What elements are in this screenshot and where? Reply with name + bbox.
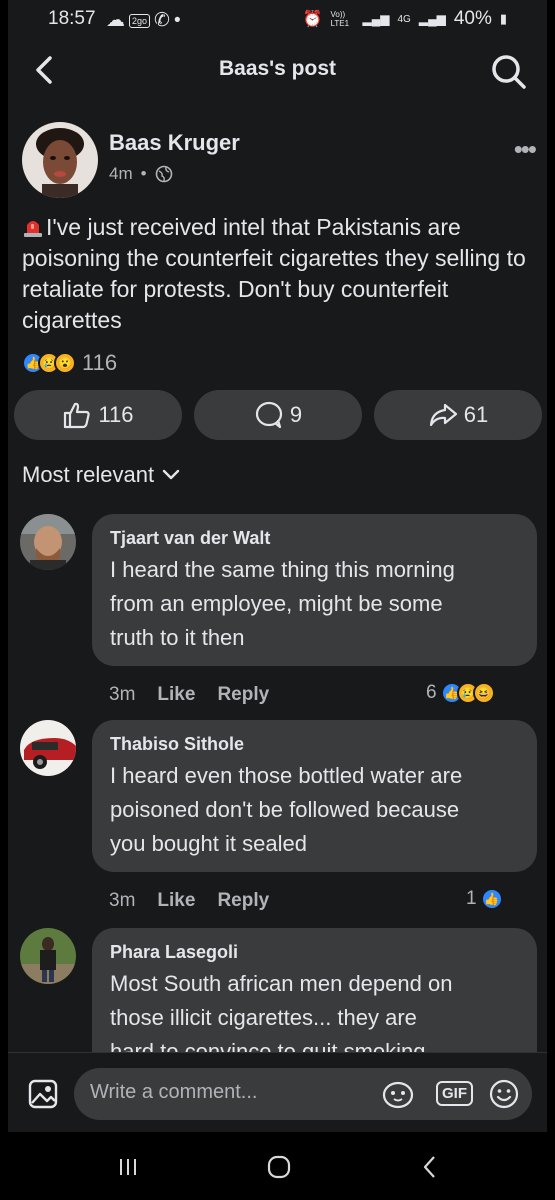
- app-badge: 2go: [129, 13, 151, 28]
- status-time: 18:57: [48, 8, 96, 29]
- status-bar: 18:57 ☁ 2go ✆ • ⏰ Vo)) LTE1 ▂▄▆ 4G ▂▄▆ 4…: [8, 0, 547, 40]
- commenter-avatar[interactable]: [20, 928, 76, 984]
- header: Baas's post: [8, 40, 547, 102]
- comment-reply-button[interactable]: Reply: [217, 890, 269, 912]
- comment-text: I heard even those bottled water are poi…: [110, 759, 523, 861]
- comment-button[interactable]: 9: [194, 390, 362, 440]
- commenter-name[interactable]: Tjaart van der Walt: [110, 528, 523, 549]
- comment-time: 3m: [109, 890, 136, 911]
- post-time: 4m: [109, 164, 133, 183]
- comment-reaction-count: 1: [466, 888, 477, 909]
- comment-input-box[interactable]: GIF: [74, 1068, 532, 1120]
- battery-text: 40%: [453, 8, 492, 29]
- comment-time: 3m: [109, 684, 136, 705]
- like-reaction-icon: 👍: [480, 888, 503, 910]
- laugh-reaction-icon: 😆: [472, 682, 495, 704]
- comment-reaction-count: 6: [426, 682, 437, 703]
- cloud-icon: ☁: [106, 10, 125, 31]
- commenter-avatar[interactable]: [20, 514, 76, 570]
- battery-icon: ▮: [499, 11, 507, 26]
- comment-line: Most South african men depend on: [110, 971, 453, 996]
- chevron-down-icon: [162, 469, 180, 480]
- comment-like-button[interactable]: Like: [157, 890, 195, 912]
- globe-icon: [155, 165, 172, 183]
- signal-icon: ▂▄▆: [362, 12, 390, 26]
- comment-like-button[interactable]: Like: [157, 684, 195, 706]
- like-button[interactable]: 116: [14, 390, 182, 440]
- comment-composer: GIF: [8, 1052, 547, 1132]
- comment-line: those illicit cigarettes... they are: [110, 1005, 417, 1030]
- app-frame: 18:57 ☁ 2go ✆ • ⏰ Vo)) LTE1 ▂▄▆ 4G ▂▄▆ 4…: [8, 0, 547, 1200]
- filter-label: Most relevant: [22, 462, 155, 487]
- comment-reply-button[interactable]: Reply: [217, 684, 269, 706]
- post-text: I've just received intel that Pakistanis…: [22, 212, 532, 336]
- comment-actions: 3m Like Reply: [109, 684, 269, 706]
- avatar-sticker-icon[interactable]: [380, 1079, 416, 1109]
- comment-count: 9: [289, 402, 303, 427]
- comment-icon: [255, 401, 282, 429]
- comment-text: I heard the same thing this morning from…: [110, 553, 523, 655]
- more-options-icon[interactable]: •••: [514, 134, 537, 165]
- system-nav-bar: [8, 1132, 547, 1200]
- share-button[interactable]: 61: [374, 390, 542, 440]
- gif-button[interactable]: GIF: [436, 1081, 473, 1106]
- post-meta: 4m •: [109, 164, 173, 184]
- photo-icon[interactable]: [28, 1079, 58, 1109]
- author-avatar[interactable]: [22, 122, 98, 198]
- dot-icon: •: [173, 9, 181, 31]
- recent-apps-icon[interactable]: [116, 1155, 140, 1179]
- siren-emoji-icon: [24, 221, 42, 237]
- comment-line: from an employee, might be some: [110, 591, 443, 616]
- back-nav-icon[interactable]: [418, 1154, 442, 1180]
- reaction-summary[interactable]: 👍 😢 😮 116: [22, 350, 117, 376]
- commenter-name[interactable]: Thabiso Sithole: [110, 734, 523, 755]
- like-count: 116: [98, 402, 134, 427]
- network-2: 4G: [397, 13, 411, 25]
- network-1: Vo)) LTE1: [330, 10, 350, 28]
- commenter-name[interactable]: Phara Lasegoli: [110, 942, 523, 963]
- comment-line: I heard the same thing this morning: [110, 557, 455, 582]
- comment-reactions[interactable]: 6 👍 😢 😆: [426, 682, 495, 704]
- comment-reactions[interactable]: 1 👍: [466, 888, 503, 910]
- thumbs-up-icon: [64, 402, 91, 429]
- meta-separator: •: [140, 164, 147, 183]
- comment-input[interactable]: [90, 1081, 370, 1104]
- emoji-icon[interactable]: [488, 1078, 520, 1110]
- post-body: I've just received intel that Pakistanis…: [22, 214, 526, 333]
- comment-line: poisoned don't be followed because: [110, 797, 460, 822]
- whatsapp-icon: ✆: [154, 10, 170, 31]
- page-title: Baas's post: [218, 57, 337, 80]
- share-icon: [429, 403, 457, 427]
- alarm-icon: ⏰: [302, 11, 323, 28]
- comment-bubble[interactable]: Thabiso Sithole I heard even those bottl…: [92, 720, 537, 872]
- comment-filter-dropdown[interactable]: Most relevant: [22, 462, 180, 488]
- commenter-avatar[interactable]: [20, 720, 76, 776]
- comment-line: I heard even those bottled water are: [110, 763, 463, 788]
- reaction-count: 116: [82, 350, 118, 375]
- signal-icon-2: ▂▄▆: [418, 12, 446, 26]
- author-name[interactable]: Baas Kruger: [109, 130, 240, 156]
- wow-reaction-icon: 😮: [54, 352, 76, 374]
- home-icon[interactable]: [266, 1154, 292, 1180]
- share-count: 61: [463, 402, 489, 427]
- status-icons: ☁ 2go ✆ •: [106, 9, 181, 32]
- comment-bubble[interactable]: Tjaart van der Walt I heard the same thi…: [92, 514, 537, 666]
- comment-line: truth to it then: [110, 625, 245, 650]
- search-icon[interactable]: [489, 52, 529, 92]
- status-right: ⏰ Vo)) LTE1 ▂▄▆ 4G ▂▄▆ 40% ▮: [303, 8, 507, 30]
- comment-actions: 3m Like Reply: [109, 890, 269, 912]
- comment-line: you bought it sealed: [110, 831, 307, 856]
